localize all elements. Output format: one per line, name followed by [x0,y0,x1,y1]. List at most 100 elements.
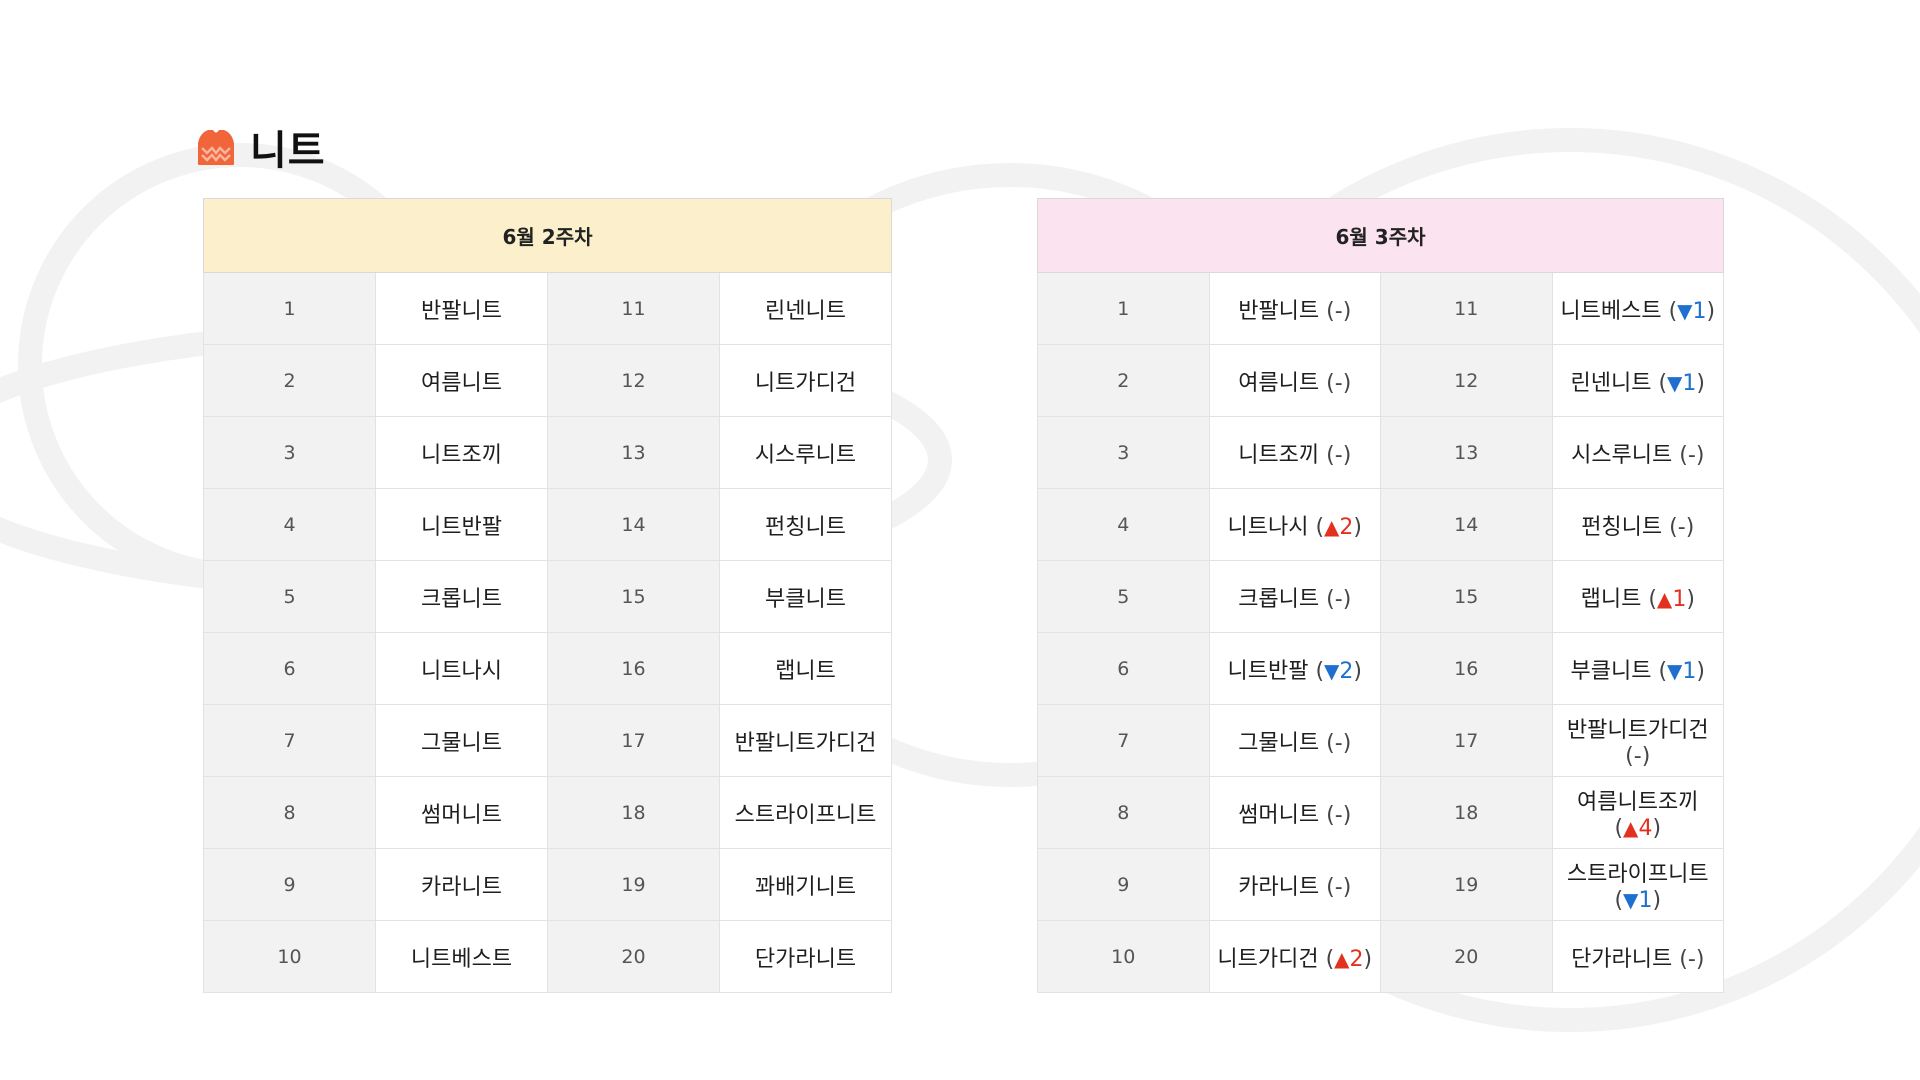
rank-change: (-) [1326,802,1352,828]
rank-change: (-) [1326,298,1352,324]
table-row: 1 반팔니트 (-) 11 니트베스트 (▼1) [1037,272,1724,345]
rank-change: (▼1) [1658,658,1706,684]
table-row: 9 카라니트 (-) 19 스트라이프니트 (▼1) [1037,848,1724,921]
rank-number: 12 [1380,344,1553,417]
table-row: 5 크롭니트 15 부클니트 [203,560,892,633]
keyword-cell: 니트나시 [375,632,548,705]
ranking-table-week2: 6월 3주차 1 반팔니트 (-) 11 니트베스트 (▼1) 2 여름니트 (-) 12 린… [1037,198,1724,993]
keyword-name: 니트가디건 [754,370,857,396]
rank-number: 3 [1037,416,1210,489]
keyword-cell: 니트나시 (▲2) [1208,488,1381,561]
rank-number: 7 [1037,704,1210,777]
rank-change: (-) [1625,744,1651,769]
rank-change-amount: 2 [1349,946,1364,972]
keyword-cell: 그물니트 [375,704,548,777]
rank-change-amount: 2 [1339,658,1354,684]
rank-change-amount: 1 [1672,586,1687,612]
keyword-cell: 반팔니트가디건 [719,704,892,777]
rank-change-amount: 1 [1682,658,1697,684]
rank-number: 16 [1380,632,1553,705]
keyword-cell: 스트라이프니트 [719,776,892,849]
keyword-name: 여름니트조끼 [1577,790,1699,815]
keyword-name: 썸머니트 [1238,802,1320,828]
rank-number: 4 [1037,488,1210,561]
keyword-cell: 니트반팔 (▼2) [1208,632,1381,705]
triangle-up-icon: ▲ [1334,946,1350,971]
rank-change: (▲4) [1614,816,1662,841]
keyword-name: 랩니트 [775,658,836,684]
week1-header: 6월 2주차 [203,198,892,273]
keyword-cell: 썸머니트 [375,776,548,849]
keyword-name: 스트라이프니트 [1566,862,1709,887]
keyword-cell: 니트조끼 [375,416,548,489]
rank-number: 1 [1037,272,1210,345]
rank-change: (-) [1669,514,1695,540]
table-row: 6 니트반팔 (▼2) 16 부클니트 (▼1) [1037,632,1724,705]
keyword-name: 그물니트 [1238,730,1320,756]
rank-change: (▼1) [1658,370,1706,396]
keyword-cell: 반팔니트 (-) [1208,272,1381,345]
keyword-name: 크롭니트 [1238,586,1320,612]
rank-number: 2 [203,344,376,417]
keyword-name: 니트조끼 [421,442,502,468]
keyword-cell: 카라니트 (-) [1208,848,1381,921]
keyword-name: 니트조끼 [1238,442,1320,468]
keyword-name: 단가라니트 [1571,946,1673,972]
rank-change: (▲2) [1325,946,1373,972]
rank-change: (-) [1679,442,1705,468]
rank-number: 14 [547,488,720,561]
keyword-name: 단가라니트 [754,946,857,972]
rank-number: 6 [203,632,376,705]
keyword-cell: 랩니트 [719,632,892,705]
week2-header: 6월 3주차 [1037,198,1724,273]
keyword-cell: 여름니트조끼 (▲4) [1551,776,1724,849]
keyword-name: 니트가디건 [1217,946,1319,972]
keyword-cell: 린넨니트 (▼1) [1551,344,1724,417]
rank-number: 10 [1037,920,1210,993]
keyword-name: 부클니트 [1570,658,1652,684]
rank-number: 17 [1380,704,1553,777]
keyword-cell: 니트가디건 (▲2) [1208,920,1381,993]
table-row: 8 썸머니트 18 스트라이프니트 [203,776,892,849]
keyword-cell: 시스루니트 (-) [1551,416,1724,489]
table-row: 6 니트나시 16 랩니트 [203,632,892,705]
keyword-cell: 꽈배기니트 [719,848,892,921]
triangle-up-icon: ▲ [1324,514,1340,539]
rank-number: 9 [203,848,376,921]
keyword-cell: 반팔니트가디건 (-) [1551,704,1724,777]
keyword-cell: 부클니트 (▼1) [1551,632,1724,705]
rank-change: (-) [1326,874,1352,900]
keyword-name: 카라니트 [421,874,502,900]
keyword-cell: 니트베스트 (▼1) [1551,272,1724,345]
keyword-cell: 니트베스트 [375,920,548,993]
keyword-name: 꽈배기니트 [754,874,857,900]
rank-number: 10 [203,920,376,993]
rank-change-amount: 1 [1682,370,1697,396]
rank-change: (▲2) [1315,514,1363,540]
rank-number: 17 [547,704,720,777]
table-row: 2 여름니트 12 니트가디건 [203,344,892,417]
keyword-name: 린넨니트 [765,298,846,324]
rank-number: 11 [547,272,720,345]
rank-number: 19 [547,848,720,921]
keyword-name: 반팔니트 [1238,298,1320,324]
rank-number: 3 [203,416,376,489]
keyword-name: 여름니트 [421,370,502,396]
keyword-name: 카라니트 [1238,874,1320,900]
triangle-down-icon: ▼ [1667,370,1683,395]
rank-number: 20 [547,920,720,993]
table-row: 7 그물니트 (-) 17 반팔니트가디건 (-) [1037,704,1724,777]
keyword-cell: 단가라니트 [719,920,892,993]
rank-number: 8 [1037,776,1210,849]
rank-change: (-) [1679,946,1705,972]
keyword-name: 니트반팔 [421,514,502,540]
keyword-name: 니트나시 [421,658,502,684]
sweater-icon [198,130,234,165]
rank-change: (-) [1326,586,1352,612]
rank-change: (▼1) [1668,298,1716,324]
rank-change: (▼2) [1315,658,1363,684]
rank-change-amount: 1 [1638,888,1653,913]
keyword-cell: 니트가디건 [719,344,892,417]
rank-number: 6 [1037,632,1210,705]
rank-number: 16 [547,632,720,705]
